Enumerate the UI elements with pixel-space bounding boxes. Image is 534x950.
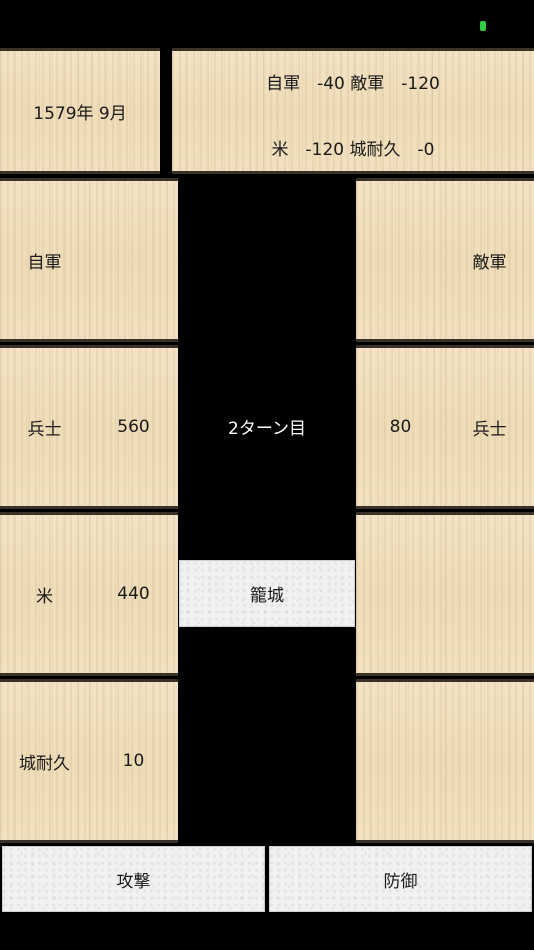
own-soldiers-label: 兵士 bbox=[0, 345, 89, 509]
own-rice-label-text: 米 bbox=[36, 586, 53, 607]
own-army-title-text: 自軍 bbox=[27, 252, 62, 273]
own-army-blank bbox=[89, 178, 178, 342]
defend-button[interactable]: 防御 bbox=[269, 846, 532, 912]
own-soldiers-value-text: 560 bbox=[117, 417, 150, 437]
own-rice-value-text: 440 bbox=[117, 584, 150, 604]
attack-button-label: 攻撃 bbox=[116, 871, 151, 892]
enemy-army-blank bbox=[356, 178, 445, 342]
enemy-soldiers-value: 80 bbox=[356, 345, 445, 509]
date-label: 1579年 9月 bbox=[33, 103, 127, 124]
turn-counter-text: 2ターン目 bbox=[228, 418, 306, 439]
enemy-army-title: 敵軍 bbox=[445, 178, 534, 342]
enemy-army-title-text: 敵軍 bbox=[472, 252, 507, 273]
enemy-blank-4b bbox=[445, 679, 534, 843]
date-panel: 1579年 9月 bbox=[0, 48, 160, 174]
enemy-blank-4a bbox=[356, 679, 445, 843]
own-army-title: 自軍 bbox=[0, 178, 89, 342]
own-soldiers-value: 560 bbox=[89, 345, 178, 509]
own-castle-value: 10 bbox=[89, 679, 178, 843]
battery-indicator-icon bbox=[480, 21, 486, 31]
defend-button-label: 防御 bbox=[383, 871, 418, 892]
own-castle-label-text: 城耐久 bbox=[19, 753, 70, 774]
turn-counter: 2ターン目 bbox=[178, 400, 356, 452]
turn-result-panel: 自軍 -40 敵軍 -120 米 -120 城耐久 -0 bbox=[172, 48, 534, 174]
enemy-soldiers-label: 兵士 bbox=[445, 345, 534, 509]
own-castle-value-text: 10 bbox=[122, 751, 145, 771]
rice-castle-change-line: 米 -120 城耐久 -0 bbox=[271, 140, 435, 160]
troop-change-line: 自軍 -40 敵軍 -120 bbox=[266, 74, 440, 94]
enemy-blank-3b bbox=[445, 512, 534, 676]
own-rice-value: 440 bbox=[89, 512, 178, 676]
own-soldiers-label-text: 兵士 bbox=[27, 419, 62, 440]
attack-button[interactable]: 攻撃 bbox=[2, 846, 265, 912]
enemy-soldiers-label-text: 兵士 bbox=[472, 419, 507, 440]
own-rice-label: 米 bbox=[0, 512, 89, 676]
siege-button-label: 籠城 bbox=[250, 586, 284, 606]
enemy-soldiers-value-text: 80 bbox=[389, 417, 412, 437]
siege-button[interactable]: 籠城 bbox=[179, 560, 355, 627]
own-castle-label: 城耐久 bbox=[0, 679, 89, 843]
enemy-blank-3a bbox=[356, 512, 445, 676]
